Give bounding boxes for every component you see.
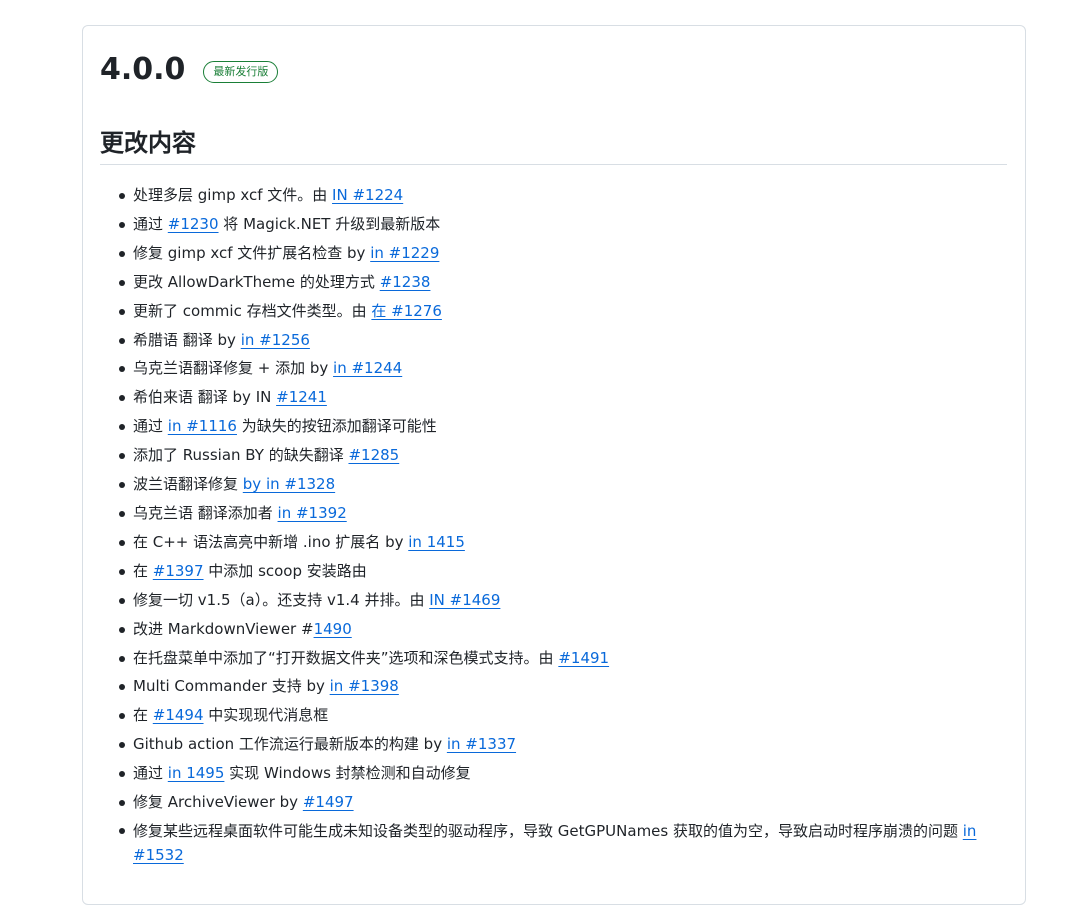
pull-request-link[interactable]: #1494 xyxy=(153,706,204,724)
pull-request-link[interactable]: #1238 xyxy=(380,273,431,291)
pull-request-link[interactable]: #1285 xyxy=(348,446,399,464)
changes-heading: 更改内容 xyxy=(100,129,196,157)
change-text: 处理多层 gimp xcf 文件。由 xyxy=(133,186,333,204)
change-text: 更改 AllowDarkTheme 的处理方式 xyxy=(133,272,380,291)
heading-divider xyxy=(100,164,1007,165)
change-text-suffix: 将 Magick.NET 升级到最新版本 xyxy=(218,214,441,233)
change-list-item: 改进 MarkdownViewer #1490 xyxy=(100,615,1008,644)
pull-request-link[interactable]: #1230 xyxy=(168,215,219,233)
change-text: 在 C++ 语法高亮中新增 .ino 扩展名 by xyxy=(133,532,409,551)
change-list-item: 修复 ArchiveViewer by #1497 xyxy=(100,788,1008,817)
change-text: 乌克兰语 翻译添加者 xyxy=(133,503,278,522)
changes-list: 处理多层 gimp xcf 文件。由 IN #1224 通过 #1230 将 Ma… xyxy=(100,181,1008,867)
change-text: 在托盘菜单中添加了“打开数据文件夹”选项和深色模式支持。由 xyxy=(133,648,559,667)
change-text: 添加了 Russian BY 的缺失翻译 xyxy=(133,446,349,465)
change-list-item: 处理多层 gimp xcf 文件。由 IN #1224 xyxy=(100,181,1008,210)
change-text: 希腊语 翻译 by xyxy=(133,330,241,349)
pull-request-link[interactable]: #1397 xyxy=(153,562,204,580)
pull-request-link[interactable]: in #1256 xyxy=(241,331,310,349)
change-text: 改进 MarkdownViewer # xyxy=(133,619,314,638)
change-list-item: 乌克兰语 翻译添加者 in #1392 xyxy=(100,499,1008,528)
change-text-suffix: 为缺失的按钮添加翻译可能性 xyxy=(236,417,437,436)
pull-request-link[interactable]: in #1337 xyxy=(447,735,516,753)
change-text-suffix: 中添加 scoop 安装路由 xyxy=(203,561,367,580)
change-list-item: 通过 in 1495 实现 Windows 封禁检测和自动修复 xyxy=(100,759,1008,788)
change-text: 乌克兰语翻译修复 + 添加 by xyxy=(133,359,334,378)
change-list-item: 通过 #1230 将 Magick.NET 升级到最新版本 xyxy=(100,210,1008,239)
pull-request-link[interactable]: IN #1469 xyxy=(429,591,500,609)
change-text: 通过 xyxy=(133,417,168,436)
release-header: 4.0.0 最新发行版 xyxy=(100,52,279,88)
change-text: 希伯来语 翻译 by IN xyxy=(133,388,277,407)
change-text: 修复一切 v1.5（a）。还支持 v1.4 并排。由 xyxy=(133,590,430,609)
change-text: Github action 工作流运行最新版本的构建 by xyxy=(133,735,447,754)
change-list-item: 在托盘菜单中添加了“打开数据文件夹”选项和深色模式支持。由 #1491 xyxy=(100,644,1008,673)
pull-request-link[interactable]: in #1392 xyxy=(278,504,347,522)
change-list-item: 在 C++ 语法高亮中新增 .ino 扩展名 by in 1415 xyxy=(100,528,1008,557)
pull-request-link[interactable]: #1491 xyxy=(558,649,609,667)
change-text: 在 xyxy=(133,561,153,580)
change-text: 通过 xyxy=(133,764,168,783)
pull-request-link[interactable]: #1241 xyxy=(276,388,327,406)
pull-request-link[interactable]: in 1495 xyxy=(168,764,225,782)
pull-request-link[interactable]: IN #1224 xyxy=(332,186,403,204)
change-list-item: 波兰语翻译修复 by in #1328 xyxy=(100,470,1008,499)
change-list-item: 修复一切 v1.5（a）。还支持 v1.4 并排。由 IN #1469 xyxy=(100,586,1008,615)
change-text: 修复某些远程桌面软件可能生成未知设备类型的驱动程序，导致 GetGPUNames… xyxy=(133,821,963,840)
pull-request-link[interactable]: 在 #1276 xyxy=(371,302,442,320)
pull-request-link[interactable]: in #1116 xyxy=(168,417,237,435)
change-text-suffix: 实现 Windows 封禁检测和自动修复 xyxy=(224,764,471,783)
change-list-item: 希腊语 翻译 by in #1256 xyxy=(100,326,1008,355)
release-card: 4.0.0 最新发行版 更改内容 处理多层 gimp xcf 文件。由 IN #… xyxy=(82,25,1026,905)
pull-request-link[interactable]: in #1229 xyxy=(370,244,439,262)
pull-request-link[interactable]: in #1398 xyxy=(330,677,399,695)
change-list-item: 乌克兰语翻译修复 + 添加 by in #1244 xyxy=(100,354,1008,383)
change-list-item: 在 #1494 中实现现代消息框 xyxy=(100,701,1008,730)
latest-release-badge: 最新发行版 xyxy=(203,60,279,83)
change-text: 修复 ArchiveViewer by xyxy=(133,793,303,812)
pull-request-link[interactable]: by in #1328 xyxy=(243,475,335,493)
pull-request-link[interactable]: in #1244 xyxy=(333,359,402,377)
change-list-item: 希伯来语 翻译 by IN #1241 xyxy=(100,383,1008,412)
change-list-item: 更新了 commic 存档文件类型。由 在 #1276 xyxy=(100,297,1008,326)
pull-request-link[interactable]: #1497 xyxy=(303,793,354,811)
change-list-item: 更改 AllowDarkTheme 的处理方式 #1238 xyxy=(100,268,1008,297)
release-version-title[interactable]: 4.0.0 xyxy=(100,52,185,88)
change-text: 修复 gimp xcf 文件扩展名检查 by xyxy=(133,243,371,262)
change-list-item: 添加了 Russian BY 的缺失翻译 #1285 xyxy=(100,441,1008,470)
change-text-suffix: 中实现现代消息框 xyxy=(203,706,329,725)
change-text: 在 xyxy=(133,706,153,725)
change-list-item: 在 #1397 中添加 scoop 安装路由 xyxy=(100,557,1008,586)
change-list-item: Multi Commander 支持 by in #1398 xyxy=(100,672,1008,701)
pull-request-link[interactable]: in 1415 xyxy=(408,533,465,551)
change-list-item: 修复某些远程桌面软件可能生成未知设备类型的驱动程序，导致 GetGPUNames… xyxy=(100,817,1008,867)
pull-request-link[interactable]: 1490 xyxy=(314,620,352,638)
change-list-item: 通过 in #1116 为缺失的按钮添加翻译可能性 xyxy=(100,412,1008,441)
change-text: Multi Commander 支持 by xyxy=(133,677,330,696)
change-list-item: Github action 工作流运行最新版本的构建 by in #1337 xyxy=(100,730,1008,759)
change-text: 波兰语翻译修复 xyxy=(133,475,243,494)
change-text: 更新了 commic 存档文件类型。由 xyxy=(133,301,372,320)
change-text: 通过 xyxy=(133,214,168,233)
change-list-item: 修复 gimp xcf 文件扩展名检查 by in #1229 xyxy=(100,239,1008,268)
